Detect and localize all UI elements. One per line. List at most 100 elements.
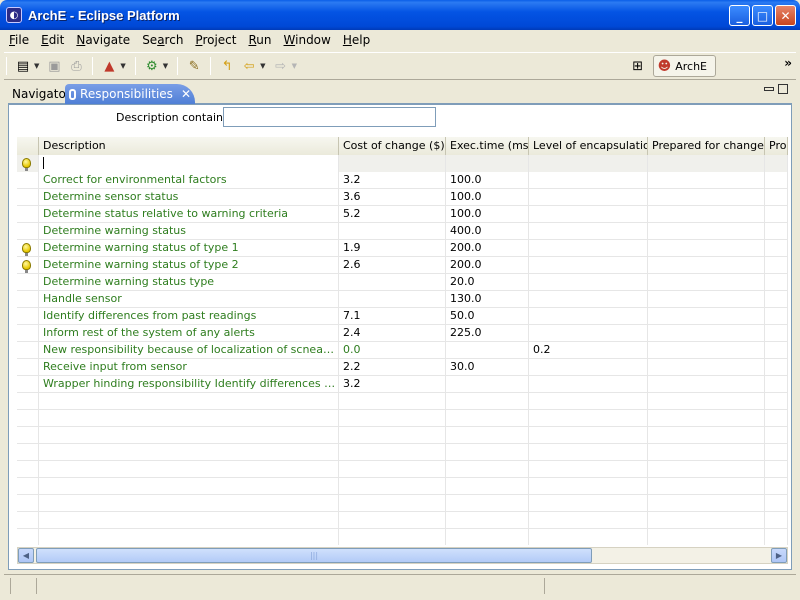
column-header-exec-time[interactable]: Exec.time (ms) [446,137,529,155]
prepared-cell[interactable] [648,342,765,359]
cost-cell[interactable] [339,291,446,308]
cost-cell[interactable]: 2.4 [339,325,446,342]
prepared-cell[interactable] [648,308,765,325]
description-cell[interactable]: Wrapper hinding responsibility Identify … [39,376,339,393]
open-perspective-icon[interactable]: ⊞ [629,57,647,75]
cost-cell[interactable] [339,223,446,240]
cost-cell[interactable]: 0.0 [339,342,446,359]
arche-icon[interactable]: ▲ [100,57,118,75]
column-header-icon[interactable] [17,137,39,155]
scrollbar-thumb[interactable]: ||| [36,548,592,563]
menu-edit[interactable]: Edit [35,33,70,47]
exec-time-cell[interactable]: 50.0 [446,308,529,325]
prepared-cell[interactable] [648,223,765,240]
description-cell[interactable]: Determine warning status of type 2 [39,257,339,274]
encapsulation-cell[interactable] [529,325,648,342]
scroll-right-icon[interactable]: ▶ [771,548,787,563]
encapsulation-cell[interactable] [529,223,648,240]
new-dropdown[interactable]: ▼ [34,62,39,70]
cost-cell[interactable]: 2.2 [339,359,446,376]
description-cell[interactable]: Handle sensor [39,291,339,308]
horizontal-scrollbar[interactable]: ◀ ||| ▶ [17,547,788,564]
column-header-description[interactable]: Description [39,137,339,155]
encapsulation-cell[interactable] [529,291,648,308]
exec-time-cell[interactable]: 400.0 [446,223,529,240]
exec-time-cell[interactable]: 130.0 [446,291,529,308]
menu-help[interactable]: Help [337,33,376,47]
tab-responsibilities[interactable]: Responsibilities ✕ [65,84,195,104]
menu-project[interactable]: Project [189,33,242,47]
encapsulation-cell[interactable] [529,257,648,274]
exec-time-cell[interactable]: 100.0 [446,172,529,189]
close-window-button[interactable]: ✕ [775,5,796,26]
description-cell[interactable]: Determine status relative to warning cri… [39,206,339,223]
print-icon[interactable]: ⎙ [67,57,85,75]
back-icon[interactable]: ⇦ [240,57,258,75]
table-row[interactable]: Determine warning status 400.0 [17,223,788,240]
exec-time-cell[interactable] [446,376,529,393]
description-cell[interactable]: Determine warning status of type 1 [39,240,339,257]
cost-cell[interactable]: 3.2 [339,172,446,189]
encapsulation-cell[interactable] [529,308,648,325]
prepared-cell[interactable] [648,376,765,393]
chevron-right-icon[interactable]: » [784,56,792,70]
prepared-cell[interactable] [648,274,765,291]
menu-file[interactable]: File [4,33,35,47]
table-row[interactable]: Wrapper hinding responsibility Identify … [17,376,788,393]
exec-time-cell[interactable] [446,342,529,359]
exec-time-cell[interactable]: 225.0 [446,325,529,342]
prepared-cell[interactable] [648,240,765,257]
table-row[interactable]: Determine warning status of type 1 1.9 200… [17,240,788,257]
prepared-cell[interactable] [648,325,765,342]
back-dropdown[interactable]: ▼ [260,62,265,70]
cost-cell[interactable]: 3.2 [339,376,446,393]
description-cell[interactable]: Correct for environmental factors [39,172,339,189]
close-icon[interactable]: ✕ [181,87,191,101]
description-cell[interactable]: Determine warning status type [39,274,339,291]
encapsulation-cell[interactable] [529,359,648,376]
encapsulation-cell[interactable] [529,376,648,393]
forward-dropdown[interactable]: ▼ [292,62,297,70]
maximize-button[interactable]: □ [752,5,773,26]
exec-time-cell[interactable]: 100.0 [446,189,529,206]
exec-time-cell[interactable]: 100.0 [446,206,529,223]
description-cell[interactable]: Inform rest of the system of any alerts [39,325,339,342]
exec-time-cell[interactable]: 30.0 [446,359,529,376]
exec-time-cell[interactable]: 200.0 [446,240,529,257]
encapsulation-cell[interactable] [529,189,648,206]
description-cell[interactable]: New responsibility because of localizati… [39,342,339,359]
plugin-icon[interactable]: ✎ [185,57,203,75]
exec-time-cell[interactable]: 20.0 [446,274,529,291]
cost-cell[interactable]: 1.9 [339,240,446,257]
description-cell[interactable]: Receive input from sensor [39,359,339,376]
table-row[interactable]: Receive input from sensor 2.2 30.0 [17,359,788,376]
prepared-cell[interactable] [648,206,765,223]
cost-cell[interactable]: 5.2 [339,206,446,223]
table-row[interactable]: Determine warning status type 20.0 [17,274,788,291]
cost-cell[interactable] [339,274,446,291]
encapsulation-cell[interactable] [529,240,648,257]
minimize-button[interactable]: _ [729,5,750,26]
description-cell[interactable]: Determine sensor status [39,189,339,206]
table-row[interactable]: Determine warning status of type 2 2.6 200… [17,257,788,274]
menu-navigate[interactable]: Navigate [70,33,136,47]
run-dropdown[interactable]: ▼ [163,62,168,70]
forward-icon[interactable]: ⇨ [272,57,290,75]
maximize-view-icon[interactable] [778,84,788,94]
new-row[interactable] [17,155,788,172]
prepared-cell[interactable] [648,291,765,308]
cost-cell[interactable]: 2.6 [339,257,446,274]
exec-time-cell[interactable]: 200.0 [446,257,529,274]
perspective-arche-button[interactable]: ☻ ArchE [652,55,716,77]
new-row-description-input[interactable] [39,155,339,172]
prepared-cell[interactable] [648,359,765,376]
column-header-pro[interactable]: Pro [765,137,788,155]
encapsulation-cell[interactable]: 0.2 [529,342,648,359]
save-icon[interactable]: ▣ [45,57,63,75]
tab-navigator[interactable]: Navigator [8,84,71,104]
prepared-cell[interactable] [648,189,765,206]
menu-search[interactable]: Search [136,33,189,47]
description-cell[interactable]: Identify differences from past readings [39,308,339,325]
encapsulation-cell[interactable] [529,172,648,189]
cost-cell[interactable]: 3.6 [339,189,446,206]
